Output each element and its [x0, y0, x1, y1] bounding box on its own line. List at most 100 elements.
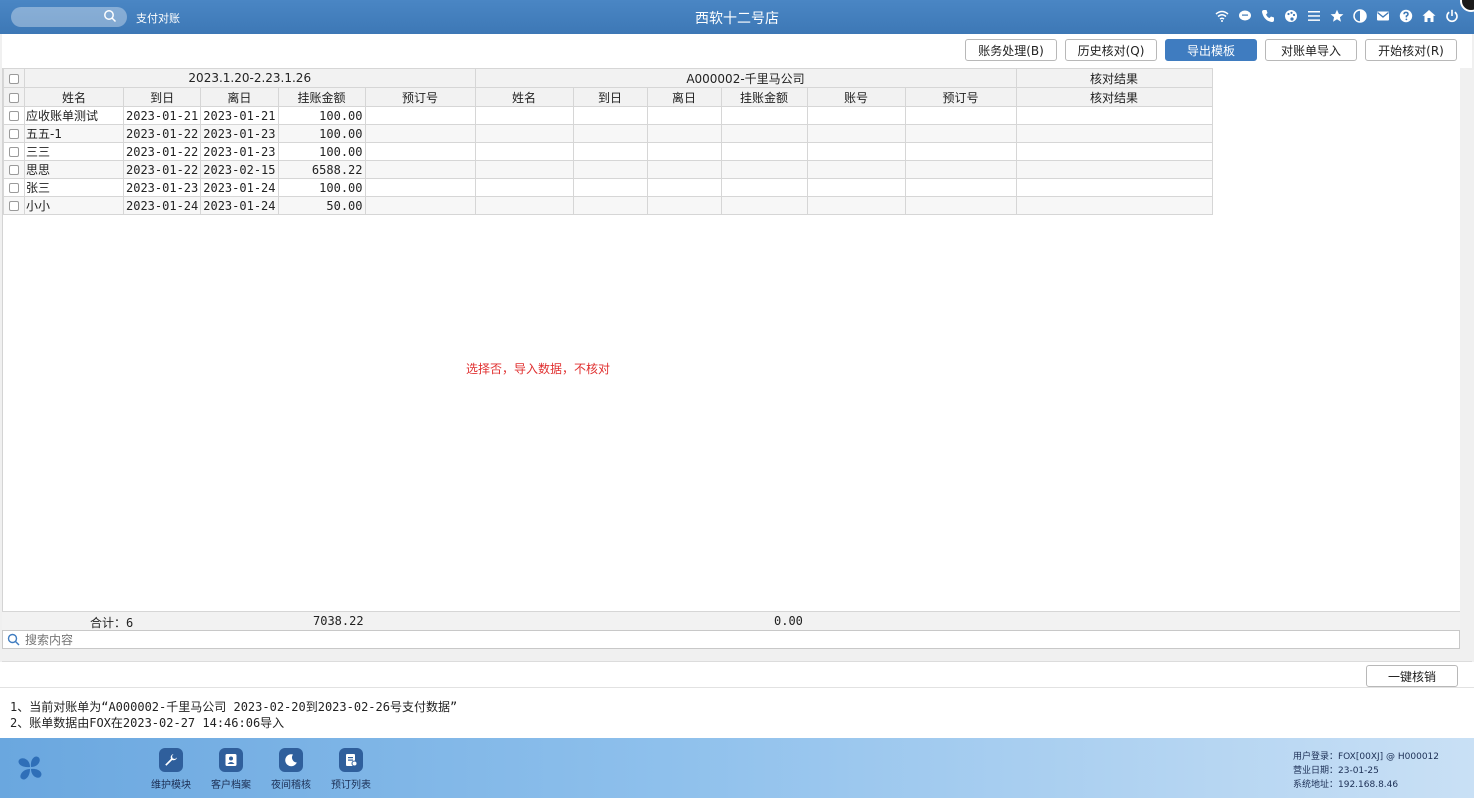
- dock-customer-profile[interactable]: 客户档案: [201, 748, 261, 791]
- menu-list-icon[interactable]: [1306, 8, 1322, 24]
- summary-count: 合计：6: [90, 616, 134, 630]
- palette-icon[interactable]: [1283, 8, 1299, 24]
- cell-amount: 100.00: [277, 142, 366, 161]
- chat-icon[interactable]: [1237, 8, 1253, 24]
- wifi-icon[interactable]: [1214, 8, 1230, 24]
- cell-arrival: 2023-01-22: [122, 124, 202, 143]
- wrench-icon: [159, 748, 183, 772]
- cell-departure: 2023-02-15: [200, 160, 279, 179]
- cell-departure: 2023-01-24: [200, 178, 279, 197]
- home-icon[interactable]: [1421, 8, 1437, 24]
- mail-icon[interactable]: [1375, 8, 1391, 24]
- col-header-amount[interactable]: 挂账金额: [277, 87, 366, 107]
- cell-empty: [904, 124, 1017, 143]
- help-icon[interactable]: [1398, 8, 1414, 24]
- cell-empty: [646, 124, 722, 143]
- col-header-booking-no[interactable]: 预订号: [364, 87, 476, 107]
- col-header-account-no[interactable]: 账号: [806, 87, 906, 107]
- cell-booking-no: [364, 160, 476, 179]
- cell-name: 三三: [24, 142, 124, 161]
- row-checkbox[interactable]: [3, 160, 25, 179]
- row-checkbox[interactable]: [3, 124, 25, 143]
- phone-icon[interactable]: [1260, 8, 1276, 24]
- col-header-check-result[interactable]: 核对结果: [1015, 87, 1213, 107]
- cell-empty: [1015, 106, 1213, 125]
- horizontal-scrollbar[interactable]: [2, 650, 1472, 662]
- table-row[interactable]: 张三 2023-01-23 2023-01-24 100.00: [3, 178, 1213, 197]
- row-checkbox[interactable]: [3, 196, 25, 215]
- col-header-ext-arrival[interactable]: 到日: [572, 87, 648, 107]
- action-row: 一键核销: [0, 662, 1474, 688]
- import-info-panel: 1、当前对账单为“A000002-千里马公司 2023-02-20到2023-0…: [0, 688, 1474, 738]
- cell-empty: [474, 124, 574, 143]
- cell-empty: [720, 160, 808, 179]
- cell-booking-no: [364, 142, 476, 161]
- table-row[interactable]: 三三 2023-01-22 2023-01-23 100.00: [3, 142, 1213, 161]
- dock-label: 夜间稽核: [271, 780, 311, 791]
- cell-empty: [806, 196, 906, 215]
- contrast-icon[interactable]: [1352, 8, 1368, 24]
- export-template-button[interactable]: 导出模板: [1165, 39, 1257, 61]
- col-header-arrival[interactable]: 到日: [122, 87, 202, 107]
- col-header-ext-name[interactable]: 姓名: [474, 87, 574, 107]
- star-icon[interactable]: [1329, 8, 1345, 24]
- cell-empty: [1015, 142, 1213, 161]
- cell-name: 五五-1: [24, 124, 124, 143]
- title-bar: 支付对账 西软十二号店: [0, 0, 1474, 34]
- col-header-ext-amount[interactable]: 挂账金额: [720, 87, 808, 107]
- vertical-scrollbar[interactable]: [1460, 68, 1472, 611]
- cell-departure: 2023-01-23: [200, 124, 279, 143]
- cell-departure: 2023-01-24: [200, 196, 279, 215]
- row-checkbox[interactable]: [3, 106, 25, 125]
- cell-empty: [572, 142, 648, 161]
- dock-label: 客户档案: [211, 780, 251, 791]
- col-header-departure[interactable]: 离日: [200, 87, 279, 107]
- dock-maintenance[interactable]: 维护模块: [141, 748, 201, 791]
- one-click-writeoff-button[interactable]: 一键核销: [1366, 665, 1458, 687]
- cell-name: 应收账单测试: [24, 106, 124, 125]
- cell-empty: [646, 142, 722, 161]
- col-header-ext-departure[interactable]: 离日: [646, 87, 722, 107]
- cell-empty: [474, 106, 574, 125]
- row-checkbox[interactable]: [3, 142, 25, 161]
- table-row[interactable]: 五五-1 2023-01-22 2023-01-23 100.00: [3, 124, 1213, 143]
- reconcile-table: 2023.1.20-2.23.1.26 A000002-千里马公司 核对结果 姓…: [3, 68, 1213, 215]
- table-row[interactable]: 应收账单测试 2023-01-21 2023-01-21 100.00: [3, 106, 1213, 125]
- search-icon: [7, 633, 20, 646]
- status-panel: 用户登录：FOX[00XJ] @ H000012 营业日期：23-01-25 系…: [1293, 750, 1439, 792]
- col-header-name[interactable]: 姓名: [24, 87, 124, 107]
- select-all-group-checkbox[interactable]: [3, 68, 25, 88]
- menu-payment-reconcile[interactable]: 支付对账: [136, 10, 180, 26]
- cell-empty: [806, 124, 906, 143]
- group-header-mid: A000002-千里马公司: [474, 68, 1017, 88]
- cell-empty: [720, 178, 808, 197]
- cell-empty: [646, 196, 722, 215]
- cell-empty: [572, 160, 648, 179]
- group-header-left: 2023.1.20-2.23.1.26: [24, 68, 476, 88]
- select-all-checkbox[interactable]: [3, 87, 25, 107]
- bottom-dock-bar: 维护模块 客户档案 夜间稽核 预订列表 用户登录：FOX[00XJ] @ H00…: [0, 738, 1474, 798]
- history-check-button[interactable]: 历史核对(Q): [1065, 39, 1157, 61]
- search-input[interactable]: [25, 632, 1425, 647]
- import-statement-button[interactable]: 对账单导入: [1265, 39, 1357, 61]
- reconcile-grid: 2023.1.20-2.23.1.26 A000002-千里马公司 核对结果 姓…: [2, 68, 1460, 611]
- status-system-address: 系统地址：192.168.8.46: [1293, 780, 1399, 790]
- dock-night-audit[interactable]: 夜间稽核: [261, 748, 321, 791]
- cell-arrival: 2023-01-23: [122, 178, 202, 197]
- table-row[interactable]: 小小 2023-01-24 2023-01-24 50.00: [3, 196, 1213, 215]
- cell-arrival: 2023-01-22: [122, 160, 202, 179]
- cell-empty: [904, 160, 1017, 179]
- accounting-process-button[interactable]: 账务处理(B): [965, 39, 1057, 61]
- cell-empty: [904, 142, 1017, 161]
- cell-amount: 50.00: [277, 196, 366, 215]
- summary-total-right: 0.00: [774, 614, 803, 628]
- title-search-box[interactable]: [11, 7, 127, 27]
- power-icon[interactable]: [1444, 8, 1460, 24]
- cell-arrival: 2023-01-21: [122, 106, 202, 125]
- start-check-button[interactable]: 开始核对(R): [1365, 39, 1457, 61]
- col-header-ext-booking-no[interactable]: 预订号: [904, 87, 1017, 107]
- dock-booking-list[interactable]: 预订列表: [321, 748, 381, 791]
- booking-list-icon: [339, 748, 363, 772]
- row-checkbox[interactable]: [3, 178, 25, 197]
- table-row[interactable]: 思思 2023-01-22 2023-02-15 6588.22: [3, 160, 1213, 179]
